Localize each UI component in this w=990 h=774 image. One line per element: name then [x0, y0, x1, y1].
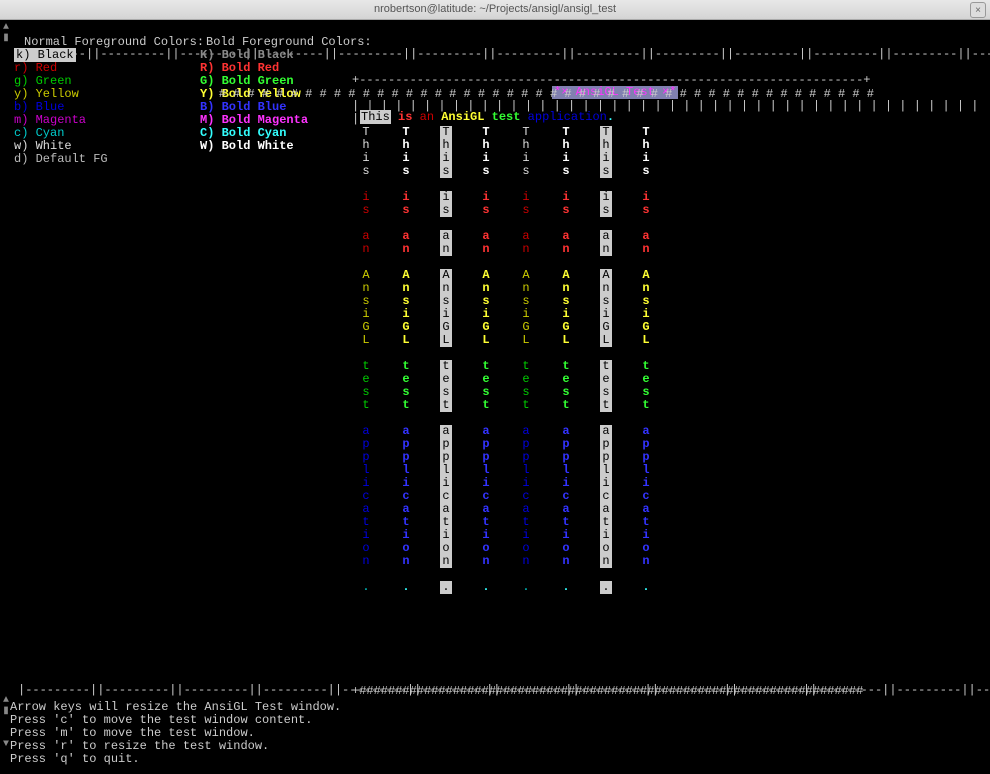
normal-color-list: Normal Foreground Colors: k) Blackr) Red…: [14, 36, 204, 166]
scroll-indicator-bottom: ▲▮▼: [2, 695, 10, 755]
scroll-indicator-top: ▲▮: [2, 22, 10, 44]
close-icon[interactable]: ×: [970, 2, 986, 18]
test-sentence: This is an AnsiGL test application.: [360, 111, 614, 124]
grid-column-7: This is an AnsiGL test application .: [640, 126, 680, 607]
bold-color-bold-white[interactable]: W) Bold White: [200, 140, 372, 153]
ruler-bottom: |---------||---------||---------||------…: [18, 684, 990, 697]
grid-column-1: This is an AnsiGL test application .: [400, 126, 440, 607]
frame-right-border: # # # # # # # # # # # # # # # # # # # # …: [219, 88, 874, 101]
word-ansigl: AnsiGL: [441, 110, 484, 124]
grid-column-0: This is an AnsiGL test application .: [360, 126, 400, 607]
grid-column-6: This is an AnsiGL test application .: [600, 126, 640, 607]
grid-column-2: This is an AnsiGL test application .: [440, 126, 480, 607]
color-test-grid: This is an AnsiGL test application . Thi…: [360, 126, 680, 607]
grid-column-3: This is an AnsiGL test application .: [480, 126, 520, 607]
word-is: is: [398, 110, 412, 124]
normal-color-default-fg[interactable]: d) Default FG: [14, 153, 204, 166]
help-text: Arrow keys will resize the AnsiGL Test w…: [10, 701, 341, 766]
word-application: application: [528, 110, 607, 124]
window-titlebar: nrobertson@latitude: ~/Projects/ansigl/a…: [0, 0, 990, 20]
grid-column-4: This is an AnsiGL test application .: [520, 126, 560, 607]
word-an: an: [420, 110, 434, 124]
word-this: This: [360, 110, 391, 124]
window-title: nrobertson@latitude: ~/Projects/ansigl/a…: [374, 3, 616, 15]
word-test: test: [492, 110, 521, 124]
grid-column-5: This is an AnsiGL test application .: [560, 126, 600, 607]
help-line-4: Press 'q' to quit.: [10, 753, 341, 766]
word-dot: .: [607, 110, 614, 124]
